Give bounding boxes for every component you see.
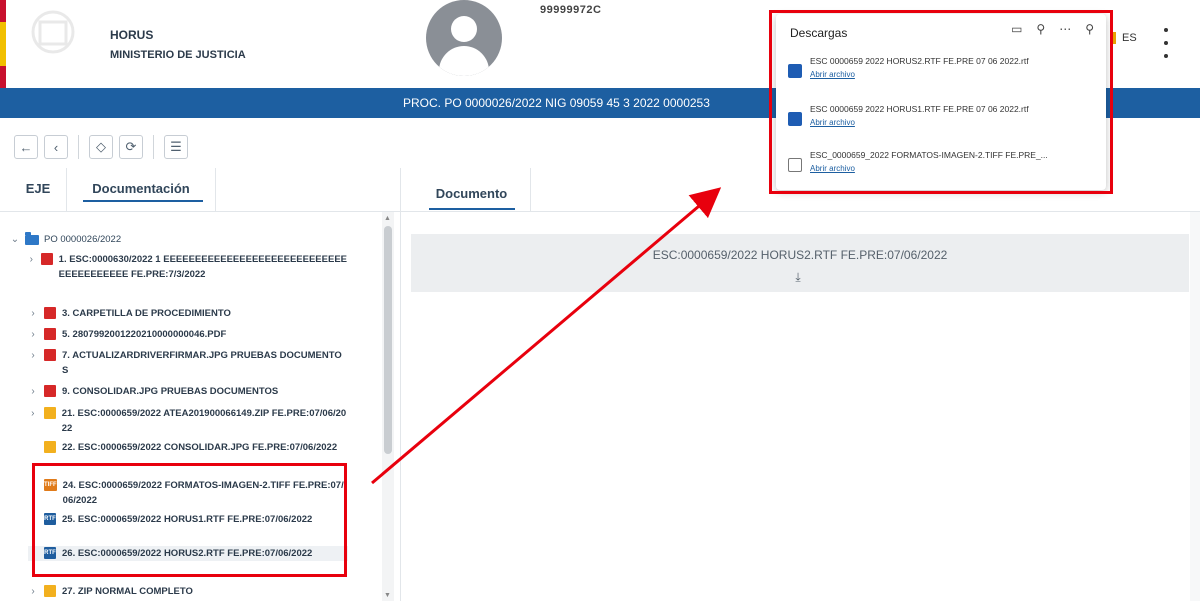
flag-strip bbox=[0, 0, 6, 88]
tree-item-label: 7. ACTUALIZARDRIVERFIRMAR.JPG PRUEBAS DO… bbox=[62, 350, 342, 376]
procedure-title: PROC. PO 0000026/2022 NIG 09059 45 3 202… bbox=[403, 96, 710, 110]
pdf-icon bbox=[40, 253, 53, 265]
expand-collapse-icon[interactable]: ◇ bbox=[89, 135, 113, 159]
chevron-right-icon[interactable]: › bbox=[28, 329, 38, 342]
user-avatar[interactable] bbox=[426, 0, 502, 76]
tree-item-label: 5. 2807992001220210000000046.PDF bbox=[62, 329, 227, 340]
tree-item-label: 1. ESC:0000630/2022 1 EEEEEEEEEEEEEEEEEE… bbox=[58, 254, 347, 280]
chevron-right-icon[interactable]: › bbox=[28, 350, 38, 378]
tree-item[interactable]: › 21. ESC:0000659/2022 ATEA201900066149.… bbox=[28, 406, 348, 436]
tab-documentacion-label: Documentación bbox=[92, 181, 190, 196]
tab-documento-label: Documento bbox=[435, 186, 508, 201]
tree-toolbar: ← ‹ ◇ ⟳ ☰ bbox=[14, 134, 188, 160]
tab-documentacion[interactable]: Documentación bbox=[66, 168, 216, 212]
chevron-right-icon[interactable]: › bbox=[28, 308, 38, 321]
tree-item-label: 3. CARPETILLA DE PROCEDIMIENTO bbox=[62, 308, 231, 319]
toolbar-divider bbox=[78, 135, 79, 159]
download-icon[interactable]: ⤓ bbox=[791, 270, 805, 284]
tree-item[interactable]: › 7. ACTUALIZARDRIVERFIRMAR.JPG PRUEBAS … bbox=[28, 348, 348, 378]
panel-icon[interactable]: ☰ bbox=[164, 135, 188, 159]
tab-documento[interactable]: Documento bbox=[413, 168, 531, 212]
tree-item-label: 9. CONSOLIDAR.JPG PRUEBAS DOCUMENTOS bbox=[62, 386, 279, 397]
zip-icon bbox=[43, 407, 56, 419]
chevron-right-icon[interactable]: › bbox=[28, 386, 38, 399]
scroll-down-icon[interactable]: ▼ bbox=[384, 592, 391, 599]
jpg-icon bbox=[44, 441, 56, 453]
pdf-icon bbox=[44, 328, 56, 340]
tree-item-label: 21. ESC:0000659/2022 ATEA201900066149.ZI… bbox=[61, 408, 347, 434]
scrollbar-thumb[interactable] bbox=[384, 226, 392, 454]
downloads-highlight bbox=[769, 10, 1113, 194]
language-selector[interactable]: ES bbox=[1110, 32, 1137, 44]
chevron-left-icon[interactable]: ‹ bbox=[44, 135, 68, 159]
tree-root-label: PO 0000026/2022 bbox=[44, 234, 122, 245]
avatar-body bbox=[439, 46, 489, 76]
tree-item[interactable]: › 5. 2807992001220210000000046.PDF bbox=[28, 327, 348, 342]
refresh-icon[interactable]: ⟳ bbox=[119, 135, 143, 159]
scroll-up-icon[interactable]: ▲ bbox=[384, 215, 391, 222]
pdf-icon bbox=[44, 385, 56, 397]
tree-item[interactable]: › 3. CARPETILLA DE PROCEDIMIENTO bbox=[28, 306, 348, 321]
tab-eje[interactable]: EJE bbox=[10, 168, 66, 212]
language-label: ES bbox=[1122, 32, 1137, 44]
tree-items-highlight bbox=[32, 463, 347, 577]
tree-root[interactable]: ⌄ PO 0000026/2022 bbox=[10, 231, 122, 245]
coat-of-arms-logo bbox=[31, 10, 75, 54]
tree-item-label: 22. ESC:0000659/2022 CONSOLIDAR.JPG FE.P… bbox=[62, 442, 338, 453]
pdf-icon bbox=[44, 349, 56, 361]
toolbar-divider bbox=[153, 135, 154, 159]
tree-item-label: 27. ZIP NORMAL COMPLETO bbox=[62, 586, 193, 597]
arrow-left-icon[interactable]: ← bbox=[14, 135, 38, 159]
chevron-right-icon[interactable]: › bbox=[28, 408, 38, 436]
folder-open-icon bbox=[25, 231, 39, 245]
viewer-scrollbar[interactable] bbox=[1190, 212, 1200, 601]
user-id: 99999972C bbox=[540, 4, 602, 16]
pdf-icon bbox=[44, 307, 56, 319]
pane-divider[interactable] bbox=[400, 168, 401, 601]
tree-item[interactable]: › 27. ZIP NORMAL COMPLETO bbox=[28, 584, 348, 599]
document-viewer: ESC:0000659/2022 HORUS2.RTF FE.PRE:07/06… bbox=[411, 234, 1189, 292]
tree-item[interactable]: › 9. CONSOLIDAR.JPG PRUEBAS DOCUMENTOS bbox=[28, 384, 348, 399]
org-subtitle: MINISTERIO DE JUSTICIA bbox=[110, 49, 246, 61]
more-options-icon[interactable] bbox=[1160, 28, 1172, 58]
avatar-head bbox=[451, 16, 477, 42]
left-tabs: EJE Documentación bbox=[0, 168, 400, 212]
tree-item[interactable]: › 1. ESC:0000630/2022 1 EEEEEEEEEEEEEEEE… bbox=[28, 252, 348, 282]
zip-icon bbox=[44, 585, 56, 597]
tree-scrollbar[interactable]: ▲ ▼ bbox=[382, 212, 394, 601]
org-name: HORUS bbox=[110, 28, 154, 42]
chevron-down-icon[interactable]: ⌄ bbox=[10, 234, 20, 245]
chevron-right-icon[interactable]: › bbox=[28, 254, 35, 282]
tab-active-underline bbox=[429, 208, 515, 210]
tab-active-underline bbox=[83, 200, 203, 202]
tree-item[interactable]: 22. ESC:0000659/2022 CONSOLIDAR.JPG FE.P… bbox=[28, 440, 348, 455]
document-title: ESC:0000659/2022 HORUS2.RTF FE.PRE:07/06… bbox=[652, 248, 948, 262]
chevron-right-icon[interactable]: › bbox=[28, 586, 38, 599]
